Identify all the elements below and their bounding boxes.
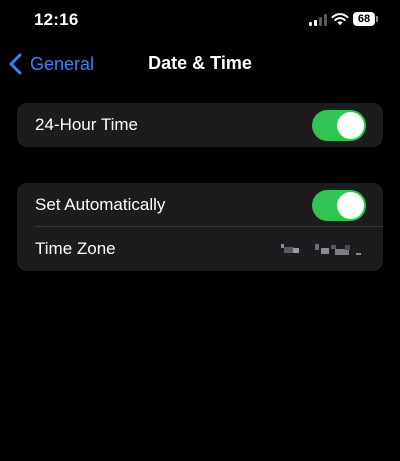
battery-icon: 68 bbox=[353, 12, 379, 26]
setting-row-24-hour-time: 24-Hour Time bbox=[17, 103, 383, 147]
status-time: 12:16 bbox=[34, 10, 79, 29]
toggle-knob bbox=[337, 112, 364, 139]
settings-group-date-time: Set Automatically Time Zone bbox=[17, 183, 383, 271]
setting-label-24-hour-time: 24-Hour Time bbox=[35, 115, 138, 134]
page-title: Date & Time bbox=[148, 53, 252, 73]
toggle-knob bbox=[337, 192, 364, 219]
setting-row-time-zone[interactable]: Time Zone bbox=[17, 227, 383, 271]
setting-label-set-automatically: Set Automatically bbox=[35, 195, 166, 214]
setting-row-set-automatically: Set Automatically bbox=[17, 183, 383, 227]
time-zone-value-redacted bbox=[281, 244, 361, 255]
settings-group-time-format: 24-Hour Time bbox=[17, 103, 383, 147]
battery-level: 68 bbox=[353, 12, 375, 26]
status-bar: 12:16 68 bbox=[0, 0, 400, 40]
navigation-bar: General Date & Time bbox=[0, 44, 400, 84]
battery-tip bbox=[376, 16, 378, 22]
signal-icon bbox=[309, 14, 327, 26]
wifi-icon bbox=[331, 13, 349, 26]
setting-label-time-zone: Time Zone bbox=[35, 239, 116, 258]
toggle-24-hour-time[interactable] bbox=[312, 110, 366, 141]
toggle-set-automatically[interactable] bbox=[312, 190, 366, 221]
